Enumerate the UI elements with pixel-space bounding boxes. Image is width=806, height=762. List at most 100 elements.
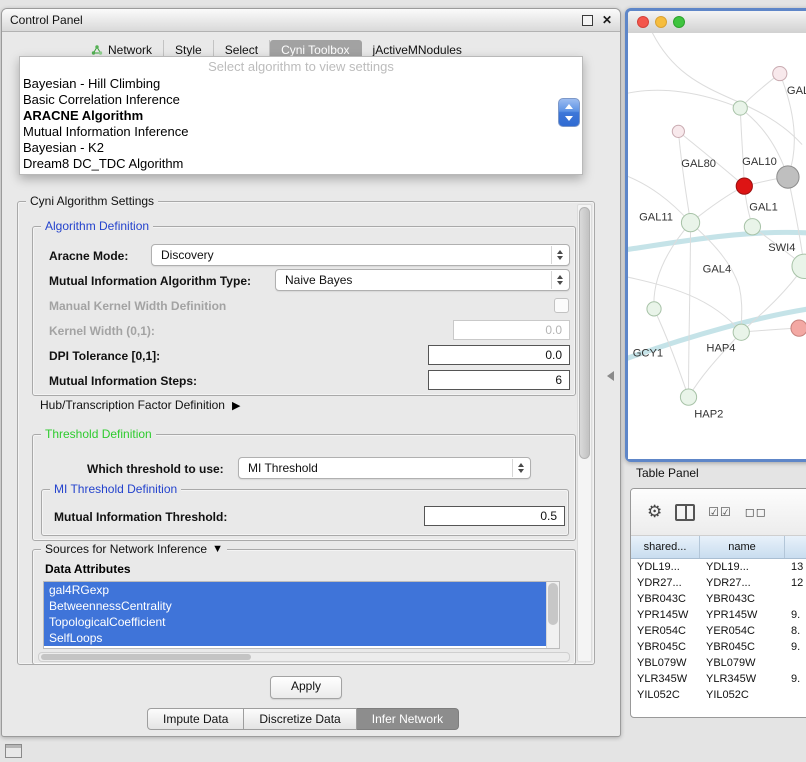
network-node[interactable] xyxy=(647,302,661,316)
tab-label: Network xyxy=(108,43,152,57)
manual-kernel-checkbox[interactable] xyxy=(554,298,569,313)
select-all-columns-icon[interactable]: ☑☑ xyxy=(708,505,732,519)
algorithm-definition-title: Algorithm Definition xyxy=(41,220,153,233)
algorithm-option-aracne-algorithm[interactable]: ARACNE Algorithm xyxy=(20,108,582,124)
apply-button[interactable]: Apply xyxy=(270,676,342,699)
network-node[interactable] xyxy=(791,320,806,336)
table-cell: YBL079W xyxy=(700,657,785,669)
which-threshold-combobox[interactable]: MI Threshold xyxy=(238,457,531,479)
network-node-label: HAP4 xyxy=(706,342,735,354)
table-toolbar: ⚙ ☑☑ ◻◻ xyxy=(631,489,806,536)
threshold-definition-title: Threshold Definition xyxy=(41,428,156,441)
algorithm-option-mutual-information-inference[interactable]: Mutual Information Inference xyxy=(20,124,582,140)
tab-label: Cyni Toolbox xyxy=(281,43,349,57)
network-node[interactable] xyxy=(773,66,787,80)
table-cell: YBR045C xyxy=(700,641,785,653)
table-column-header[interactable]: shared... xyxy=(631,536,700,558)
settings-scrollbar[interactable] xyxy=(577,204,592,662)
table-cell: 9. xyxy=(785,641,806,653)
minimize-button[interactable] xyxy=(655,16,667,28)
table-row[interactable]: YDL19...YDL19...13 xyxy=(631,559,806,575)
table-cell: YDR27... xyxy=(700,577,785,589)
window-title: Control Panel xyxy=(10,13,582,27)
hub-definition-expander[interactable]: Hub/Transcription Factor Definition ▶ xyxy=(40,398,240,412)
network-edge xyxy=(654,223,691,309)
network-svg: GAL80GAL10GAL11GAL1SWI4GAL4GCY1HAP4HAP2G… xyxy=(628,33,806,459)
table-cell: YBR045C xyxy=(631,641,700,653)
network-canvas[interactable]: GAL80GAL10GAL11GAL1SWI4GAL4GCY1HAP4HAP2G… xyxy=(628,33,806,459)
network-node[interactable] xyxy=(777,166,799,188)
table-column-header[interactable]: name xyxy=(700,536,785,558)
dock-panel-icon[interactable] xyxy=(5,744,22,758)
table-row[interactable]: YLR345WYLR345W9. xyxy=(631,671,806,687)
data-attributes-label: Data Attributes xyxy=(45,562,131,576)
sources-title-text: Sources for Network Inference xyxy=(45,543,207,556)
network-node[interactable] xyxy=(733,324,749,340)
close-button[interactable] xyxy=(637,16,649,28)
table-row[interactable]: YDR27...YDR27...12 xyxy=(631,575,806,591)
bottom-tab-infer-network[interactable]: Infer Network xyxy=(357,708,459,730)
network-node[interactable] xyxy=(680,389,696,405)
table-cell: YER054C xyxy=(700,625,785,637)
mi-steps-field[interactable]: 6 xyxy=(428,370,570,390)
table-body: YDL19...YDL19...13YDR27...YDR27...12YBR0… xyxy=(631,559,806,703)
attribute-item-topologicalcoefficient[interactable]: TopologicalCoefficient xyxy=(44,614,547,630)
bottom-tab-impute-data[interactable]: Impute Data xyxy=(147,708,244,730)
table-row[interactable]: YER054CYER054C8. xyxy=(631,623,806,639)
network-node[interactable] xyxy=(736,178,752,194)
attribute-item-gal4rgexp[interactable]: gal4RGexp xyxy=(44,582,547,598)
zoom-button[interactable] xyxy=(673,16,685,28)
table-row[interactable]: YPR145WYPR145W9. xyxy=(631,607,806,623)
float-window-icon[interactable] xyxy=(582,15,593,26)
bottom-tab-discretize-data[interactable]: Discretize Data xyxy=(244,708,356,730)
table-cell: 9. xyxy=(785,609,806,621)
network-node[interactable] xyxy=(744,219,760,235)
network-node[interactable] xyxy=(733,101,747,115)
network-node-label: GAL11 xyxy=(639,212,673,224)
table-column-header[interactable] xyxy=(785,536,806,558)
table-panel-window: ⚙ ☑☑ ◻◻ shared...name YDL19...YDL19...13… xyxy=(630,488,806,718)
network-edge xyxy=(691,186,745,223)
scrollbar-thumb[interactable] xyxy=(41,654,251,660)
table-cell: YDL19... xyxy=(700,561,785,573)
kernel-width-label: Kernel Width (0,1): xyxy=(49,324,155,338)
network-node-label: GAL10 xyxy=(742,156,777,168)
network-node[interactable] xyxy=(672,125,684,137)
gear-icon[interactable]: ⚙ xyxy=(647,503,662,521)
kernel-width-field[interactable]: 0.0 xyxy=(453,320,570,340)
table-cell: YLR345W xyxy=(631,673,700,685)
attributes-hscrollbar[interactable] xyxy=(38,652,570,662)
network-icon xyxy=(91,44,103,56)
attribute-item-betweennesscentrality[interactable]: BetweennessCentrality xyxy=(44,598,547,614)
aracne-mode-combobox[interactable]: Discovery xyxy=(151,244,570,266)
columns-icon[interactable] xyxy=(675,504,695,521)
attributes-scrollbar[interactable] xyxy=(546,582,559,648)
control-panel-titlebar[interactable]: Control Panel ✕ xyxy=(2,9,620,32)
sources-title[interactable]: Sources for Network Inference ▼ xyxy=(41,543,227,556)
deselect-all-columns-icon[interactable]: ◻◻ xyxy=(745,505,767,519)
table-row[interactable]: YBL079WYBL079W xyxy=(631,655,806,671)
algorithm-option-dream8-dc-tdc-algorithm[interactable]: Dream8 DC_TDC Algorithm xyxy=(20,156,582,172)
network-node[interactable] xyxy=(681,214,699,232)
dpi-tolerance-field[interactable]: 0.0 xyxy=(428,345,570,365)
table-row[interactable]: YBR043CYBR043C xyxy=(631,591,806,607)
algorithm-option-basic-correlation-inference[interactable]: Basic Correlation Inference xyxy=(20,92,582,108)
dpi-tolerance-label: DPI Tolerance [0,1]: xyxy=(49,349,160,363)
algorithm-option-bayesian-k2[interactable]: Bayesian - K2 xyxy=(20,140,582,156)
scrollbar-thumb[interactable] xyxy=(548,583,558,625)
mi-algorithm-type-combobox[interactable]: Naive Bayes xyxy=(275,269,570,291)
table-cell: YBR043C xyxy=(631,593,700,605)
algorithm-popup-placeholder: Select algorithm to view settings xyxy=(20,57,582,76)
table-row[interactable]: YBR045CYBR045C9. xyxy=(631,639,806,655)
close-icon[interactable]: ✕ xyxy=(602,14,612,26)
attribute-item-selfloops[interactable]: SelfLoops xyxy=(44,630,547,646)
mi-threshold-field[interactable]: 0.5 xyxy=(424,506,565,526)
threshold-definition-group: Threshold Definition Which threshold to … xyxy=(32,434,576,541)
table-row[interactable]: YIL052CYIL052C xyxy=(631,687,806,703)
scrollbar-thumb[interactable] xyxy=(579,207,590,459)
network-node-label: GAL1 xyxy=(749,202,778,214)
network-titlebar[interactable] xyxy=(628,11,806,34)
algorithm-combobox-stepper[interactable] xyxy=(558,98,580,127)
algorithm-option-bayesian-hill-climbing[interactable]: Bayesian - Hill Climbing xyxy=(20,76,582,92)
panel-splitter-handle[interactable] xyxy=(607,371,614,381)
